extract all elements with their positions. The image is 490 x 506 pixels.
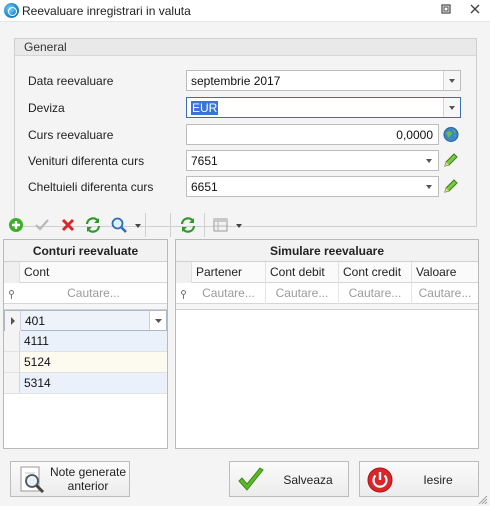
toolbar-separator <box>170 213 171 237</box>
table-row[interactable]: 401 <box>4 310 167 331</box>
cont-credit-search-input[interactable]: Cautare... <box>339 283 412 304</box>
save-button[interactable]: Salveaza <box>229 461 349 497</box>
partener-search-input[interactable]: Cautare... <box>192 283 266 304</box>
restore-icon[interactable] <box>437 2 455 20</box>
cont-debit-search-input[interactable]: Cautare... <box>266 283 339 304</box>
delete-icon[interactable] <box>59 216 77 234</box>
simulare-title: Simulare reevaluare <box>176 240 478 262</box>
cheltuieli-select[interactable]: 6651 <box>186 176 439 197</box>
column-cont-credit[interactable]: Cont credit <box>339 262 412 283</box>
cheltuieli-edit-pencil-icon[interactable] <box>441 176 461 197</box>
note-generate-line1: Note generate <box>49 465 127 479</box>
cont-cell: 5314 <box>24 376 51 390</box>
title-bar: Reevaluare inregistrari in valuta <box>0 0 490 22</box>
conturi-search-row: Cautare... <box>4 283 167 304</box>
layout-grid-icon[interactable] <box>212 216 230 234</box>
note-generate-button[interactable]: Note generate anterior <box>10 461 130 497</box>
deviza-dropdown-icon[interactable] <box>443 98 460 117</box>
power-icon <box>366 466 394 497</box>
toolbar-separator <box>204 213 205 237</box>
cheltuieli-value: 6651 <box>191 180 218 194</box>
data-reevaluare-dropdown-icon[interactable] <box>443 71 460 90</box>
data-reevaluare-select[interactable]: septembrie 2017 <box>186 70 461 91</box>
conturi-panel: Conturi reevaluate Cont Cautare... 401 4… <box>3 239 168 449</box>
cont-cell: 401 <box>25 314 46 328</box>
venituri-select[interactable]: 7651 <box>186 150 439 171</box>
search-icon[interactable] <box>110 216 128 234</box>
data-reevaluare-label: Data reevaluare <box>28 74 114 88</box>
column-partener[interactable]: Partener <box>192 262 266 283</box>
conturi-title: Conturi reevaluate <box>4 240 167 262</box>
globe-icon[interactable] <box>441 124 461 145</box>
app-icon <box>4 3 19 18</box>
column-cont-debit[interactable]: Cont debit <box>266 262 339 283</box>
search-dropdown-icon[interactable] <box>135 224 141 228</box>
table-row[interactable]: 5124 <box>4 352 167 373</box>
curs-label: Curs reevaluare <box>28 128 114 142</box>
simulare-header-row: Partener Cont debit Cont credit Valoare <box>176 262 478 283</box>
save-label: Salveaza <box>283 473 333 487</box>
conturi-search-input[interactable]: Cautare... <box>20 283 167 304</box>
row-indicator-header <box>176 262 192 283</box>
exit-button[interactable]: Iesire <box>359 461 479 497</box>
exit-label: Iesire <box>423 473 453 487</box>
row-indicator <box>4 352 20 372</box>
row-indicator-header <box>4 262 20 283</box>
layout-dropdown-icon[interactable] <box>236 224 242 228</box>
filter-pin-icon <box>181 290 186 299</box>
window-title: Reevaluare inregistrari in valuta <box>22 4 191 18</box>
row-indicator <box>4 331 20 351</box>
resize-grip-icon[interactable] <box>478 494 488 506</box>
confirm-check-icon[interactable] <box>33 216 51 234</box>
close-icon[interactable] <box>466 2 484 20</box>
note-generate-line2: anterior <box>67 479 109 493</box>
deviza-select[interactable]: EUR <box>186 97 461 118</box>
filter-pin-icon <box>9 290 14 299</box>
refresh-simulation-icon[interactable] <box>179 216 197 234</box>
general-title: General <box>15 39 476 56</box>
spacer <box>176 304 478 310</box>
conturi-header-row: Cont <box>4 262 167 283</box>
row-indicator <box>4 373 20 393</box>
magnifier-document-icon <box>17 465 47 498</box>
simulare-search-row: Cautare... Cautare... Cautare... Cautare… <box>176 283 478 304</box>
valoare-search-input[interactable]: Cautare... <box>412 283 478 304</box>
table-row[interactable]: 4111 <box>4 331 167 352</box>
cont-cell: 5124 <box>24 355 51 369</box>
deviza-value: EUR <box>191 101 219 115</box>
cheltuieli-label: Cheltuieli diferenta curs <box>28 180 154 194</box>
data-reevaluare-value: septembrie 2017 <box>191 74 281 88</box>
venituri-value: 7651 <box>191 154 218 168</box>
add-icon[interactable] <box>7 216 25 234</box>
deviza-label: Deviza <box>28 101 65 115</box>
cheltuieli-dropdown-icon[interactable] <box>421 177 438 196</box>
curs-input[interactable]: 0,0000 <box>186 124 439 145</box>
current-row-arrow-icon <box>5 311 21 331</box>
note-generate-label: Note generate anterior <box>47 465 129 493</box>
venituri-edit-pencil-icon[interactable] <box>441 150 461 171</box>
column-valoare[interactable]: Valoare <box>412 262 478 283</box>
column-cont[interactable]: Cont <box>20 262 167 283</box>
main-content: General Data reevaluare septembrie 2017 … <box>0 22 490 506</box>
toolbar-separator <box>145 213 146 237</box>
simulare-panel: Simulare reevaluare Partener Cont debit … <box>175 239 479 449</box>
curs-value: 0,0000 <box>396 128 433 142</box>
refresh-icon[interactable] <box>84 216 102 234</box>
venituri-dropdown-icon[interactable] <box>421 151 438 170</box>
table-row[interactable]: 5314 <box>4 373 167 394</box>
venituri-label: Venituri diferenta curs <box>28 154 145 168</box>
cont-cell: 4111 <box>24 334 49 348</box>
save-check-icon <box>236 465 266 498</box>
general-group: General Data reevaluare septembrie 2017 … <box>14 38 477 227</box>
cont-dropdown-icon[interactable] <box>149 311 166 330</box>
